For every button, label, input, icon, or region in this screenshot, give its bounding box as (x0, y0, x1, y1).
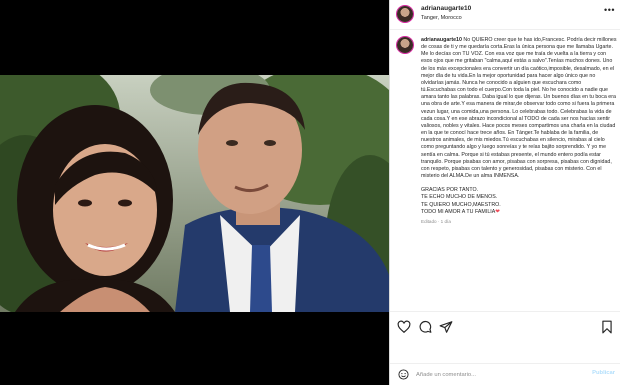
comment-input[interactable] (416, 368, 576, 381)
action-bar (390, 312, 620, 340)
caption-avatar[interactable] (397, 37, 413, 53)
more-options-icon[interactable]: ••• (604, 5, 615, 15)
heart-emoji: ❤ (495, 208, 500, 215)
caption-closing: GRACIAS POR TANTO. TE ECHO MUCHO DE MENO… (421, 187, 501, 215)
caption-area: adrianaugarte10 No QUIERO creer que te h… (390, 30, 620, 312)
heart-icon[interactable] (397, 320, 411, 334)
comment-bar: Publicar (390, 363, 620, 385)
caption-meta: Editado · 1 día (421, 218, 451, 224)
post-media (0, 0, 389, 385)
location-link[interactable]: Tanger, Morocco (421, 15, 462, 21)
emoji-icon[interactable] (398, 369, 409, 380)
publish-button[interactable]: Publicar (592, 370, 615, 376)
caption-body: No QUIERO creer que te has ido,Francesc.… (421, 37, 618, 179)
caption-text: adrianaugarte10 No QUIERO creer que te h… (421, 37, 617, 225)
share-icon[interactable] (439, 320, 453, 334)
caption-username-link[interactable]: adrianaugarte10 (421, 37, 462, 43)
post-photo (0, 75, 389, 312)
avatar[interactable] (397, 6, 413, 22)
comment-icon[interactable] (418, 320, 432, 334)
bookmark-icon[interactable] (600, 320, 614, 334)
username-link[interactable]: adrianaugarte10 (421, 5, 471, 12)
post-header: adrianaugarte10 Tanger, Morocco ••• (390, 0, 620, 30)
post-sidebar: adrianaugarte10 Tanger, Morocco ••• adri… (389, 0, 620, 385)
